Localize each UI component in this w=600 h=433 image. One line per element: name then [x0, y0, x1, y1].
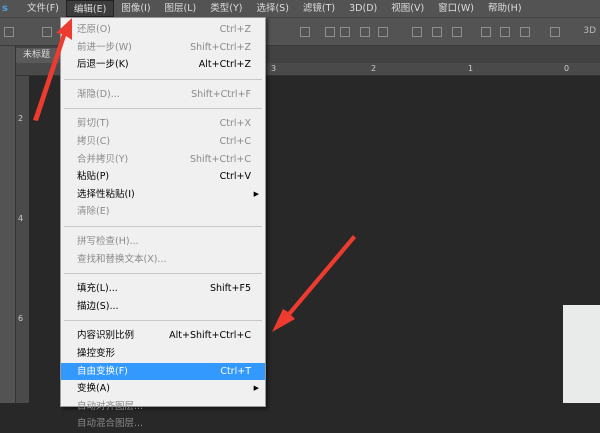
menu-item-label: 合并拷贝(Y) [77, 153, 129, 165]
menu-separator [64, 225, 262, 227]
menu-item-label: 清除(E) [77, 206, 110, 218]
ruler-tick-label: 3 [271, 64, 277, 73]
menu-item[interactable]: 还原(O) Ctrl+Z [61, 21, 265, 39]
toolbar-icon[interactable] [378, 27, 388, 37]
menu-item[interactable]: 剪切(T) Ctrl+X [61, 115, 265, 133]
menu-item-label: 自动对齐图层... [77, 400, 144, 412]
menu-item-shortcut: Shift+Ctrl+C [189, 153, 251, 165]
menu-3[interactable]: 图层(L) [158, 0, 204, 17]
menu-item[interactable]: 内容识别比例 Alt+Shift+Ctrl+C [61, 327, 265, 345]
menu-8[interactable]: 视图(V) [384, 0, 431, 17]
menu-item[interactable]: 前进一步(W) Shift+Ctrl+Z [61, 39, 265, 57]
menu-1[interactable]: 编辑(E) [65, 0, 115, 17]
menu-item[interactable]: 合并拷贝(Y) Shift+Ctrl+C [61, 151, 265, 169]
menu-item[interactable]: 拷贝(C) Ctrl+C [61, 133, 265, 151]
toolbar-icon[interactable] [500, 27, 510, 37]
toolbar-icon[interactable] [412, 27, 422, 37]
app-logo: s [2, 3, 8, 14]
menu-item-shortcut: Alt+Ctrl+Z [198, 59, 251, 71]
menu-item-label: 拼写检查(H)... [77, 235, 139, 247]
menu-bar: s 文件(F) 编辑(E) 图像(I) 图层(L) 类型(Y) 选择(S) 滤镜(T) 3D(… [0, 0, 600, 17]
menu-separator [64, 273, 262, 275]
menu-item-label: 自由变换(F) [77, 365, 128, 377]
menu-item-label: 选择性粘贴(I) [77, 188, 135, 200]
toolbar-icon[interactable] [42, 27, 52, 37]
vertical-ruler: 2 4 6 [16, 76, 29, 403]
menu-item[interactable]: 渐隐(D)... Shift+Ctrl+F [61, 86, 265, 104]
menu-item-label: 粘贴(P) [77, 171, 110, 183]
ruler-tick-label: 1 [468, 64, 474, 73]
menu-item-shortcut: Shift+Ctrl+Z [190, 41, 251, 53]
menu-item[interactable]: 操控变形 [61, 345, 265, 363]
toolbar-icon[interactable] [481, 27, 491, 37]
red-arrow-down [272, 235, 356, 332]
menu-item[interactable]: 后退一步(K) Alt+Ctrl+Z [61, 56, 265, 74]
canvas-image [563, 305, 600, 403]
menu-item-shortcut: Shift+F5 [209, 283, 251, 295]
menu-7[interactable]: 3D(D) [342, 0, 384, 17]
toolbar-icon[interactable] [360, 27, 370, 37]
toolbar-icon[interactable] [4, 27, 14, 37]
menu-item-shortcut: Alt+Shift+Ctrl+C [169, 330, 251, 342]
menu-item-label: 渐隐(D)... [77, 88, 120, 100]
menu-item-label: 剪切(T) [77, 118, 110, 130]
menu-item-shortcut: Ctrl+X [219, 118, 251, 130]
tools-panel [0, 46, 16, 403]
menu-item[interactable]: 选择性粘贴(I) ▶ [61, 186, 265, 204]
menu-item-label: 变换(A) [77, 383, 110, 395]
edit-menu-dropdown: 还原(O) Ctrl+Z 前进一步(W) Shift+Ctrl+Z 后退一步(K) Alt… [60, 17, 266, 429]
ruler-tick-label: 4 [18, 214, 24, 223]
menu-item[interactable]: 自动混合图层... [61, 415, 265, 433]
submenu-arrow-icon: ▶ [253, 189, 259, 198]
menu-item-shortcut: Shift+Ctrl+F [191, 88, 251, 100]
menu-item-label: 前进一步(W) [77, 41, 132, 53]
toolbar-icon[interactable] [300, 27, 310, 37]
menu-item-label: 自动混合图层... [77, 418, 144, 430]
menu-item-label: 后退一步(K) [77, 59, 129, 71]
menu-item[interactable]: 拼写检查(H)... [61, 233, 265, 251]
menu-item[interactable]: 粘贴(P) Ctrl+V [61, 168, 265, 186]
ruler-tick-label: 6 [18, 314, 24, 323]
menu-separator [64, 78, 262, 80]
menu-separator [64, 108, 262, 110]
menu-item[interactable]: 描边(S)... [61, 298, 265, 316]
menu-2[interactable]: 图像(I) [114, 0, 157, 17]
ruler-tick-label: 2 [371, 64, 377, 73]
menu-item-label: 填充(L)... [77, 283, 118, 295]
menu-4[interactable]: 类型(Y) [203, 0, 249, 17]
toolbar-icon[interactable] [432, 27, 442, 37]
menu-item[interactable]: 查找和替换文本(X)... [61, 251, 265, 269]
menu-item[interactable]: 自由变换(F) Ctrl+T [61, 362, 265, 381]
ruler-tick-label: 2 [18, 114, 24, 123]
menu-item-shortcut: Ctrl+C [219, 135, 252, 147]
toolbar-icon[interactable] [340, 27, 350, 37]
menu-item-label: 描边(S)... [77, 300, 119, 312]
ruler-tick-label: 0 [564, 64, 570, 73]
menu-item[interactable]: 清除(E) [61, 203, 265, 221]
menu-item-shortcut: Ctrl+T [220, 365, 251, 377]
menu-item[interactable]: 填充(L)... Shift+F5 [61, 280, 265, 298]
menu-5[interactable]: 选择(S) [249, 0, 295, 17]
menu-item[interactable]: 自动对齐图层... [61, 398, 265, 416]
3d-mode-label[interactable]: 3D [583, 26, 596, 36]
menu-item-shortcut: Ctrl+V [219, 171, 251, 183]
toolbar-icon[interactable] [452, 27, 462, 37]
menu-6[interactable]: 滤镜(T) [296, 0, 342, 17]
menu-item[interactable]: 变换(A) ▶ [61, 380, 265, 398]
menu-item-label: 还原(O) [77, 24, 111, 35]
toolbar-icon[interactable] [325, 27, 335, 37]
menu-item-label: 拷贝(C) [77, 135, 111, 147]
menu-separator [64, 320, 262, 322]
menu-item-label: 查找和替换文本(X)... [77, 253, 167, 265]
toolbar-icon[interactable] [520, 27, 530, 37]
menu-item-label: 内容识别比例 [77, 330, 135, 342]
submenu-arrow-icon: ▶ [253, 384, 259, 393]
toolbar-icon[interactable] [550, 27, 560, 37]
menu-item-shortcut: Ctrl+Z [219, 24, 251, 35]
menu-10[interactable]: 帮助(H) [481, 0, 529, 17]
menu-9[interactable]: 窗口(W) [431, 0, 481, 17]
menu-0[interactable]: 文件(F) [20, 0, 66, 17]
menu-item-label: 操控变形 [77, 347, 116, 359]
